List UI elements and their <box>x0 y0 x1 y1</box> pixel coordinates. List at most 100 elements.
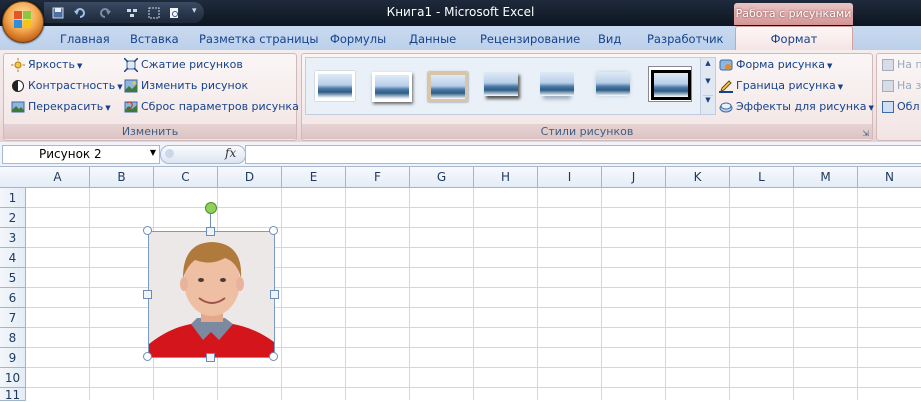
row-header[interactable]: 9 <box>0 348 26 368</box>
office-logo-icon <box>14 11 32 31</box>
resize-handle-bottom-right[interactable] <box>269 352 278 361</box>
resize-handle-right[interactable] <box>270 290 279 299</box>
shape-icon <box>719 59 733 71</box>
border-dropdown-icon: ▼ <box>837 83 844 91</box>
formula-tools: fx <box>160 145 246 164</box>
tab-format[interactable]: Формат <box>735 26 853 52</box>
column-header[interactable]: N <box>858 167 921 187</box>
send-to-back-button[interactable]: На з <box>882 76 921 96</box>
row-header[interactable]: 6 <box>0 288 26 308</box>
gallery-up-icon[interactable]: ▲ <box>703 59 713 75</box>
row-header[interactable]: 3 <box>0 228 26 248</box>
tab-data[interactable]: Данные <box>409 30 456 50</box>
tab-insert[interactable]: Вставка <box>130 30 179 50</box>
gallery-more-icon[interactable]: ▼ <box>703 95 713 112</box>
recolor-button[interactable]: Перекрасить ▼ <box>11 97 111 117</box>
contrast-dropdown-icon: ▼ <box>117 83 123 91</box>
compress-label: Сжатие рисунков <box>141 58 243 71</box>
picture-style-thumbnail[interactable] <box>592 66 634 100</box>
row-header[interactable]: 2 <box>0 208 26 228</box>
tab-developer[interactable]: Разработчик <box>647 30 724 50</box>
picture-style-thumbnail[interactable] <box>648 66 692 102</box>
contrast-label: Контрастность <box>28 79 116 92</box>
resize-handle-top-left[interactable] <box>143 226 152 235</box>
picture-style-thumbnail[interactable] <box>312 66 355 101</box>
tab-view[interactable]: Вид <box>598 30 621 50</box>
recolor-dropdown-icon: ▼ <box>105 104 111 112</box>
gallery-down-icon[interactable]: ▼ <box>703 77 713 93</box>
column-header[interactable]: G <box>410 167 474 187</box>
picture-border-label: Граница рисунка <box>736 79 836 92</box>
row-header[interactable]: 11 <box>0 388 26 402</box>
row-header[interactable]: 7 <box>0 308 26 328</box>
column-header[interactable]: H <box>474 167 538 187</box>
picture-styles-group-label: Стили рисунков <box>302 124 872 139</box>
tab-formulas[interactable]: Формулы <box>330 30 386 50</box>
contrast-icon <box>12 80 24 92</box>
resize-handle-left[interactable] <box>143 290 152 299</box>
column-header[interactable]: J <box>602 167 666 187</box>
picture-style-thumbnail[interactable] <box>536 66 578 100</box>
row-header[interactable]: 8 <box>0 328 26 348</box>
name-box-dropdown-icon[interactable]: ▼ <box>150 148 156 157</box>
insert-function-icon[interactable]: fx <box>225 146 236 160</box>
person-photo <box>149 232 274 357</box>
row-header[interactable]: 5 <box>0 268 26 288</box>
resize-handle-top-right[interactable] <box>269 226 278 235</box>
rotation-handle[interactable] <box>205 202 217 214</box>
tab-page-layout[interactable]: Разметка страницы <box>199 30 318 50</box>
picture-shape-button[interactable]: Форма рисунка ▼ <box>719 55 832 75</box>
dialog-launcher-icon[interactable]: ⇲ <box>862 129 869 138</box>
picture-effects-button[interactable]: Эффекты для рисунка ▼ <box>719 97 874 117</box>
picture-shape-label: Форма рисунка <box>736 58 825 71</box>
resize-handle-bottom-left[interactable] <box>143 352 152 361</box>
adjust-group-label: Изменить <box>4 124 296 139</box>
expand-icon[interactable] <box>165 149 174 158</box>
bring-to-front-label: На п <box>897 58 921 71</box>
brightness-dropdown-icon: ▼ <box>76 62 83 70</box>
recolor-label: Перекрасить <box>28 100 104 113</box>
resize-handle-top[interactable] <box>206 227 215 236</box>
row-header[interactable]: 10 <box>0 368 26 388</box>
contrast-button[interactable]: Контрастность ▼ <box>11 76 123 96</box>
picture-style-thumbnail[interactable] <box>424 66 468 102</box>
brightness-button[interactable]: Яркость ▼ <box>11 55 82 75</box>
picture-border-button[interactable]: Граница рисунка ▼ <box>719 76 843 96</box>
effects-dropdown-icon: ▼ <box>868 104 874 112</box>
selection-pane-button[interactable]: Обл <box>882 97 919 117</box>
column-header[interactable]: K <box>666 167 730 187</box>
picture-styles-gallery <box>305 57 702 115</box>
column-header[interactable]: I <box>538 167 602 187</box>
brightness-label: Яркость <box>28 58 75 71</box>
column-header[interactable]: D <box>218 167 282 187</box>
column-header[interactable]: C <box>154 167 218 187</box>
effects-icon <box>719 102 733 113</box>
column-header[interactable]: L <box>730 167 794 187</box>
column-header[interactable]: E <box>282 167 346 187</box>
name-box[interactable]: Рисунок 2 ▼ <box>2 145 160 164</box>
row-header[interactable]: 1 <box>0 188 26 208</box>
row-header[interactable]: 4 <box>0 248 26 268</box>
compress-pictures-button[interactable]: Сжатие рисунков <box>124 55 243 75</box>
change-picture-label: Изменить рисунок <box>141 79 249 92</box>
picture-effects-label: Эффекты для рисунка <box>736 100 867 113</box>
gallery-scrollbar: ▲ ▼ ▼ <box>700 57 716 115</box>
tab-review[interactable]: Рецензирование <box>480 30 580 50</box>
change-picture-button[interactable]: Изменить рисунок <box>124 76 248 96</box>
bring-to-front-button[interactable]: На п <box>882 55 921 75</box>
selection-pane-label: Обл <box>897 100 920 113</box>
resize-handle-bottom[interactable] <box>206 353 215 362</box>
column-header[interactable]: B <box>90 167 154 187</box>
picture-style-thumbnail[interactable] <box>368 66 412 102</box>
column-header[interactable]: M <box>794 167 858 187</box>
shape-dropdown-icon: ▼ <box>826 62 833 70</box>
office-button[interactable] <box>2 1 44 43</box>
reset-picture-button[interactable]: Сброс параметров рисунка <box>124 97 299 117</box>
inserted-picture[interactable] <box>148 231 275 358</box>
column-header[interactable]: F <box>346 167 410 187</box>
formula-input[interactable] <box>245 145 921 164</box>
column-header[interactable]: A <box>26 167 90 187</box>
tab-home[interactable]: Главная <box>60 30 110 50</box>
picture-style-thumbnail[interactable] <box>480 66 522 100</box>
name-box-value: Рисунок 2 <box>39 147 102 161</box>
